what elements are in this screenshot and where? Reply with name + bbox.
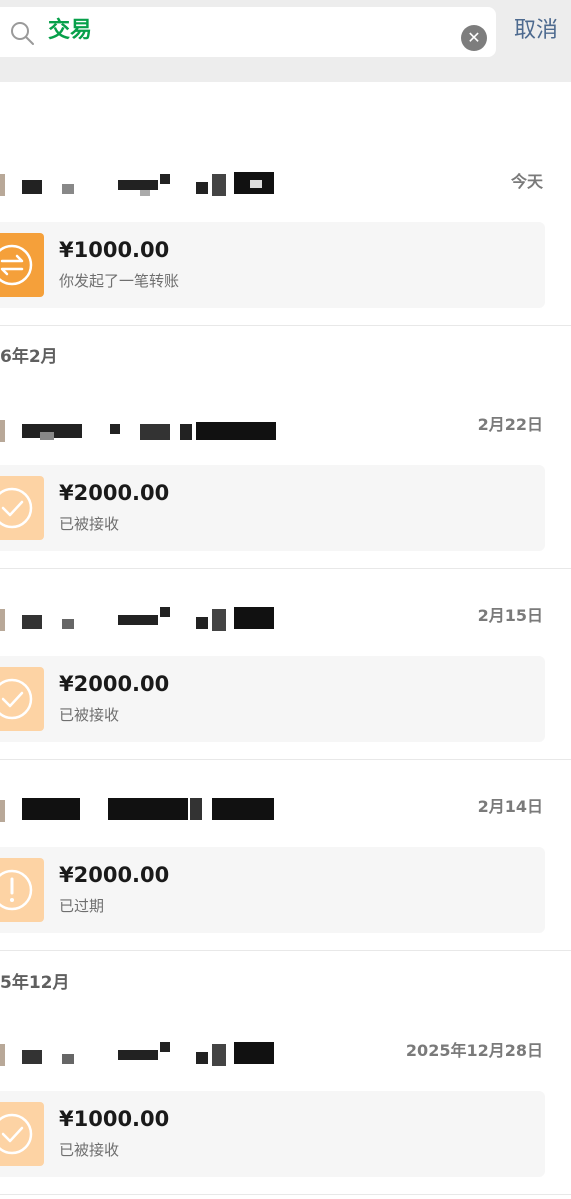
amount: ¥2000.00	[59, 481, 170, 505]
month-header: 6年2月	[0, 347, 58, 367]
divider	[0, 759, 571, 760]
sender-name-redacted	[0, 170, 280, 198]
transaction-date: 2025年12月28日	[405, 1041, 543, 1060]
transfer-card[interactable]: ¥1000.00 你发起了一笔转账	[0, 222, 545, 308]
clear-search-button[interactable]: ✕	[461, 25, 487, 51]
search-input[interactable]: 交易 ✕	[0, 7, 496, 57]
sender-name-redacted	[0, 796, 280, 824]
status: 已被接收	[59, 706, 120, 724]
check-icon	[0, 667, 44, 731]
exclamation-icon	[0, 858, 44, 922]
status: 已过期	[59, 897, 105, 915]
sender-name-redacted	[0, 605, 280, 633]
amount: ¥2000.00	[59, 863, 170, 887]
cancel-button[interactable]: 取消	[514, 14, 558, 48]
check-icon	[0, 476, 44, 540]
amount: ¥1000.00	[59, 238, 170, 262]
transaction-date: 2月22日	[477, 415, 543, 434]
divider	[0, 1194, 571, 1195]
transaction-date: 2月14日	[477, 797, 543, 816]
transfer-icon	[0, 233, 44, 297]
amount: ¥1000.00	[59, 1107, 170, 1131]
divider	[0, 568, 571, 569]
divider	[0, 950, 571, 951]
month-header: 5年12月	[0, 973, 70, 993]
amount: ¥2000.00	[59, 672, 170, 696]
close-icon: ✕	[467, 28, 481, 47]
transaction-date: 2月15日	[477, 606, 543, 625]
transfer-card[interactable]: ¥2000.00 已被接收	[0, 656, 545, 742]
search-query: 交易	[48, 18, 93, 43]
status: 已被接收	[59, 1141, 120, 1159]
transfer-card[interactable]: ¥2000.00 已被接收	[0, 465, 545, 551]
divider	[0, 325, 571, 326]
status: 已被接收	[59, 515, 120, 533]
search-icon	[11, 22, 34, 45]
sender-name-redacted	[0, 414, 280, 442]
search-bar: 交易 ✕ 取消	[0, 0, 571, 82]
check-icon	[0, 1102, 44, 1166]
transfer-card[interactable]: ¥2000.00 已过期	[0, 847, 545, 933]
transfer-card[interactable]: ¥1000.00 已被接收	[0, 1091, 545, 1177]
status: 你发起了一笔转账	[59, 272, 180, 290]
transaction-date: 今天	[510, 172, 543, 191]
sender-name-redacted	[0, 1040, 280, 1068]
